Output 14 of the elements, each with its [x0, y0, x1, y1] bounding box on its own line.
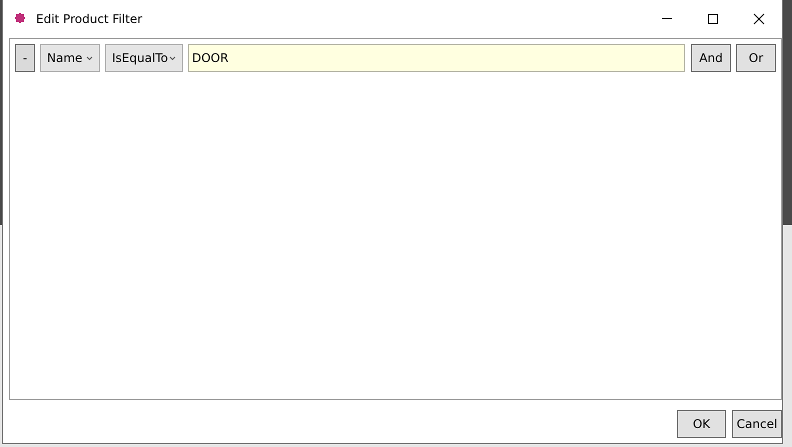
- dialog-button[interactable]: OK: [677, 410, 726, 438]
- chevron-icon: [86, 56, 93, 60]
- or-button[interactable]: Or: [736, 44, 776, 72]
- window-title: Edit Product Filter: [36, 12, 142, 26]
- minimize-icon: [662, 18, 672, 19]
- field-dropdown[interactable]: Name: [40, 44, 100, 72]
- and-button[interactable]: And: [691, 44, 731, 72]
- close-icon: [753, 12, 765, 24]
- remove-button[interactable]: -: [15, 44, 35, 72]
- operator-dropdown[interactable]: IsEqualTo: [105, 44, 183, 72]
- dialog-button[interactable]: Cancel: [732, 410, 782, 438]
- chevron-icon: [169, 56, 176, 60]
- maximize-icon: [707, 12, 719, 24]
- value-field[interactable]: DOOR: [188, 44, 685, 72]
